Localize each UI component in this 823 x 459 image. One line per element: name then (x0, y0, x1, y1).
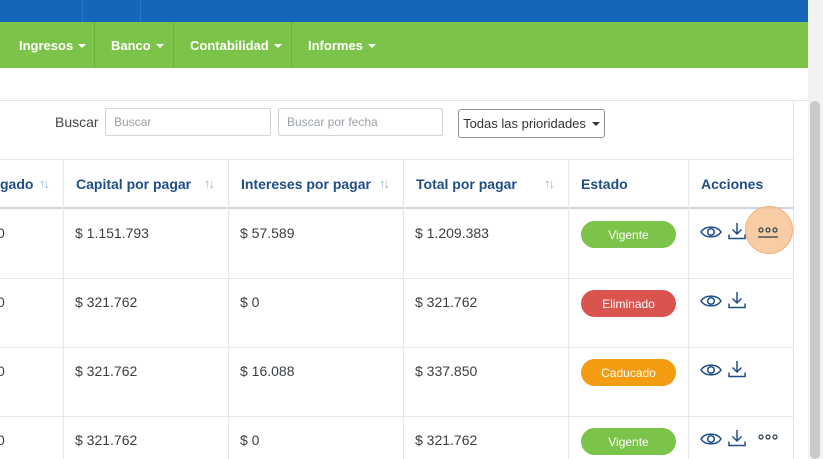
sort-arrows-icon[interactable]: ↑↓ (544, 176, 555, 191)
menu-label: Banco (111, 37, 151, 53)
header-label: Total por pagar (416, 176, 517, 192)
cell-interest: $ 57.589 (240, 225, 295, 241)
caret-down-icon (155, 43, 164, 48)
menu-ingresos[interactable]: Ingresos (3, 22, 95, 68)
status-label: Eliminado (602, 296, 655, 311)
search-label: Buscar (55, 114, 99, 130)
menu-contabilidad[interactable]: Contabilidad (174, 22, 292, 68)
cell-paid: 0 (0, 294, 5, 310)
top-bar-divider (140, 0, 141, 22)
top-bar-divider (82, 0, 83, 22)
caret-down-icon (273, 43, 282, 48)
status-badge: Vigente (581, 428, 676, 455)
status-badge: Caducado (581, 359, 676, 386)
panel-border (793, 100, 794, 459)
date-search-input[interactable] (278, 108, 443, 136)
header-total[interactable]: Total por pagar (404, 160, 517, 208)
toolbar-strip (0, 68, 808, 101)
header-intereses[interactable]: Intereses por pagar (229, 160, 371, 208)
header-pagado[interactable]: gado (0, 160, 33, 208)
header-capital[interactable]: Capital por pagar (64, 160, 191, 208)
status-label: Caducado (601, 365, 656, 380)
cell-interest: $ 0 (240, 294, 260, 310)
download-icon[interactable] (727, 221, 747, 241)
cell-interest: $ 16.088 (240, 363, 295, 379)
cell-paid: 0 (0, 432, 5, 448)
cell-interest: $ 0 (240, 432, 260, 448)
more-options-icon[interactable] (758, 431, 778, 445)
caret-down-icon (367, 43, 376, 48)
header-acciones: Acciones (689, 160, 763, 208)
header-label: Intereses por pagar (241, 176, 371, 192)
priority-dropdown[interactable]: Todas las prioridades (458, 109, 605, 138)
cell-total: $ 321.762 (415, 294, 478, 310)
header-estado: Estado (569, 160, 628, 208)
cell-paid: 0 (0, 363, 5, 379)
menu-informes[interactable]: Informes (292, 22, 387, 68)
search-input[interactable] (105, 108, 271, 136)
eye-icon[interactable] (700, 224, 722, 240)
sort-arrows-icon[interactable]: ↑↓ (204, 176, 215, 191)
sort-arrows-icon[interactable]: ↑↓ (39, 176, 50, 191)
status-badge: Eliminado (581, 290, 676, 317)
cell-capital: $ 321.762 (75, 432, 138, 448)
priority-dropdown-label: Todas las prioridades (463, 116, 586, 131)
menu-label: Contabilidad (190, 37, 269, 53)
caret-down-icon (591, 121, 600, 126)
header-label: Capital por pagar (76, 176, 192, 192)
status-label: Vigente (608, 434, 649, 449)
cell-total: $ 321.762 (415, 432, 478, 448)
download-icon[interactable] (727, 359, 747, 379)
caret-down-icon (78, 43, 87, 48)
row-divider (0, 347, 793, 348)
cell-capital: $ 321.762 (75, 363, 138, 379)
status-label: Vigente (608, 227, 649, 242)
download-icon[interactable] (727, 290, 747, 310)
sort-arrows-icon[interactable]: ↑↓ (379, 176, 390, 191)
header-label: Acciones (701, 176, 764, 192)
download-icon[interactable] (727, 428, 747, 448)
header-label: Estado (581, 176, 628, 192)
cell-capital: $ 321.762 (75, 294, 138, 310)
menu-label: Informes (308, 37, 363, 53)
eye-icon[interactable] (700, 293, 722, 309)
eye-icon[interactable] (700, 431, 722, 447)
row-divider (0, 416, 793, 417)
row-divider (0, 278, 793, 279)
cell-total: $ 337.850 (415, 363, 478, 379)
more-options-icon[interactable] (758, 224, 778, 240)
top-bar (0, 0, 808, 22)
header-label: gado (0, 176, 34, 192)
eye-icon[interactable] (700, 362, 722, 378)
status-badge: Vigente (581, 221, 676, 248)
cell-paid: 0 (0, 225, 5, 241)
main-menu-bar: Ingresos Banco Contabilidad Informes (0, 22, 808, 68)
menu-label: Ingresos (19, 37, 74, 53)
cell-total: $ 1.209.383 (415, 225, 489, 241)
menu-banco[interactable]: Banco (95, 22, 174, 68)
cell-capital: $ 1.151.793 (75, 225, 149, 241)
scrollbar-thumb[interactable] (810, 101, 820, 459)
